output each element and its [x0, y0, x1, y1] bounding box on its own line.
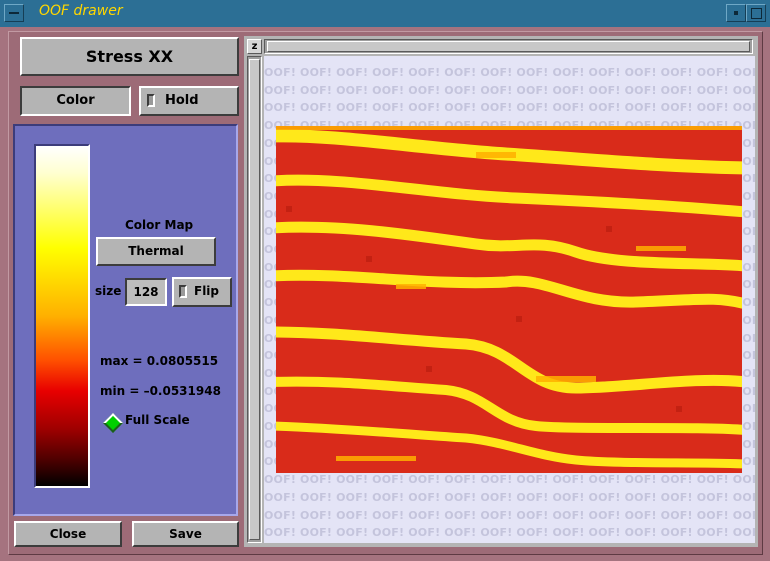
hold-toggle[interactable]: Hold [139, 86, 239, 116]
vertical-scroll-thumb[interactable] [249, 59, 260, 540]
colormap-label: Color Map [125, 218, 194, 232]
hold-toggle-indicator [147, 94, 155, 107]
vertical-scrollbar[interactable] [247, 56, 262, 543]
close-button[interactable]: Close [14, 521, 122, 547]
title-bar[interactable]: OOF drawer [0, 0, 770, 28]
size-label: size [95, 284, 122, 298]
stress-image [276, 126, 742, 473]
window-menu-icon[interactable] [4, 4, 24, 22]
window-title: OOF drawer [39, 3, 123, 19]
maximize-icon[interactable] [746, 4, 766, 22]
stress-field-svg [276, 126, 742, 473]
horizontal-scroll-thumb[interactable] [267, 41, 750, 52]
colormap-selector[interactable]: Thermal [96, 237, 216, 266]
save-button[interactable]: Save [132, 521, 239, 547]
colorbar [34, 144, 90, 488]
min-value: min = –0.0531948 [100, 384, 221, 398]
max-value: max = 0.0805515 [100, 354, 219, 368]
diamond-radio-icon[interactable] [103, 413, 123, 433]
flip-label: Flip [194, 284, 220, 298]
minimize-icon[interactable] [726, 4, 746, 22]
hold-label: Hold [165, 93, 199, 108]
drawing-canvas[interactable]: OOF! OOF! OOF! OOF! OOF! OOF! OOF! OOF! … [264, 56, 755, 543]
quantity-button[interactable]: Stress XX [20, 37, 239, 76]
color-button[interactable]: Color [20, 86, 131, 116]
flip-toggle-indicator [179, 285, 187, 298]
size-input[interactable]: 128 [125, 278, 167, 306]
full-scale-label[interactable]: Full Scale [125, 413, 190, 427]
colormap-panel: Color Map Thermal size 128 Flip max = 0.… [13, 124, 238, 516]
horizontal-scrollbar[interactable] [264, 39, 753, 54]
flip-toggle[interactable]: Flip [172, 277, 232, 307]
zoom-button[interactable]: z [247, 39, 262, 54]
